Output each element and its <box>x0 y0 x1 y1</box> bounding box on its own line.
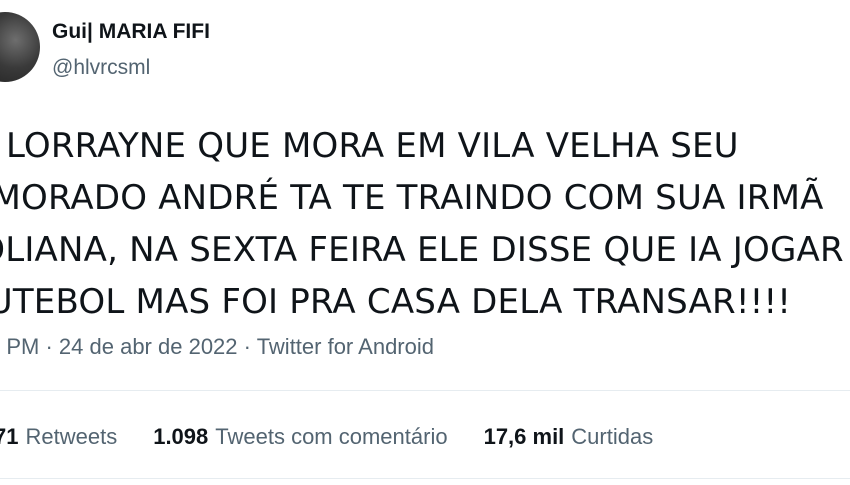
retweets-count: 71 <box>0 424 19 449</box>
tweet-text-line: JOLIANA, NA SEXTA FEIRA ELE DISSE QUE IA… <box>0 230 844 270</box>
meta-separator: · <box>39 334 59 359</box>
author-display-name[interactable]: Gui| MARIA FIFI <box>52 20 210 44</box>
tweet-card: Gui| MARIA FIFI @hlvrcsml Ô LORRAYNE QUE… <box>0 0 850 485</box>
divider <box>0 390 850 391</box>
tweet-client[interactable]: Twitter for Android <box>257 334 434 359</box>
tweet-text: Ô LORRAYNE QUE MORA EM VILA VELHA SEU AMO… <box>0 120 850 328</box>
quotes-count: 1.098 <box>153 424 209 449</box>
retweets-label: Retweets <box>25 424 118 449</box>
quotes-stat[interactable]: 1.098 Tweets com comentário <box>153 424 447 450</box>
tweet-text-line: AMORADO ANDRÉ TA TE TRAINDO COM SUA IRMÃ <box>0 178 824 218</box>
tweet-text-line: Ô LORRAYNE QUE MORA EM VILA VELHA SEU <box>0 126 739 166</box>
tweet-date[interactable]: 24 de abr de 2022 <box>59 334 238 359</box>
retweets-stat[interactable]: 71 Retweets <box>0 424 117 450</box>
tweet-text-line: FUTEBOL MAS FOI PRA CASA DELA TRANSAR!!!… <box>0 282 792 322</box>
avatar[interactable] <box>0 12 40 82</box>
likes-label: Curtidas <box>571 424 654 449</box>
likes-count: 17,6 mil <box>483 424 565 449</box>
tweet-stats: 71 Retweets 1.098 Tweets com comentário … <box>0 424 689 450</box>
quotes-label: Tweets com comentário <box>215 424 448 449</box>
meta-separator: · <box>237 334 257 359</box>
divider <box>0 478 850 479</box>
author-handle[interactable]: @hlvrcsml <box>52 56 150 80</box>
tweet-time[interactable]: 6 PM <box>0 334 39 359</box>
likes-stat[interactable]: 17,6 mil Curtidas <box>484 424 654 450</box>
tweet-meta: 6 PM · 24 de abr de 2022 · Twitter for A… <box>0 334 434 360</box>
